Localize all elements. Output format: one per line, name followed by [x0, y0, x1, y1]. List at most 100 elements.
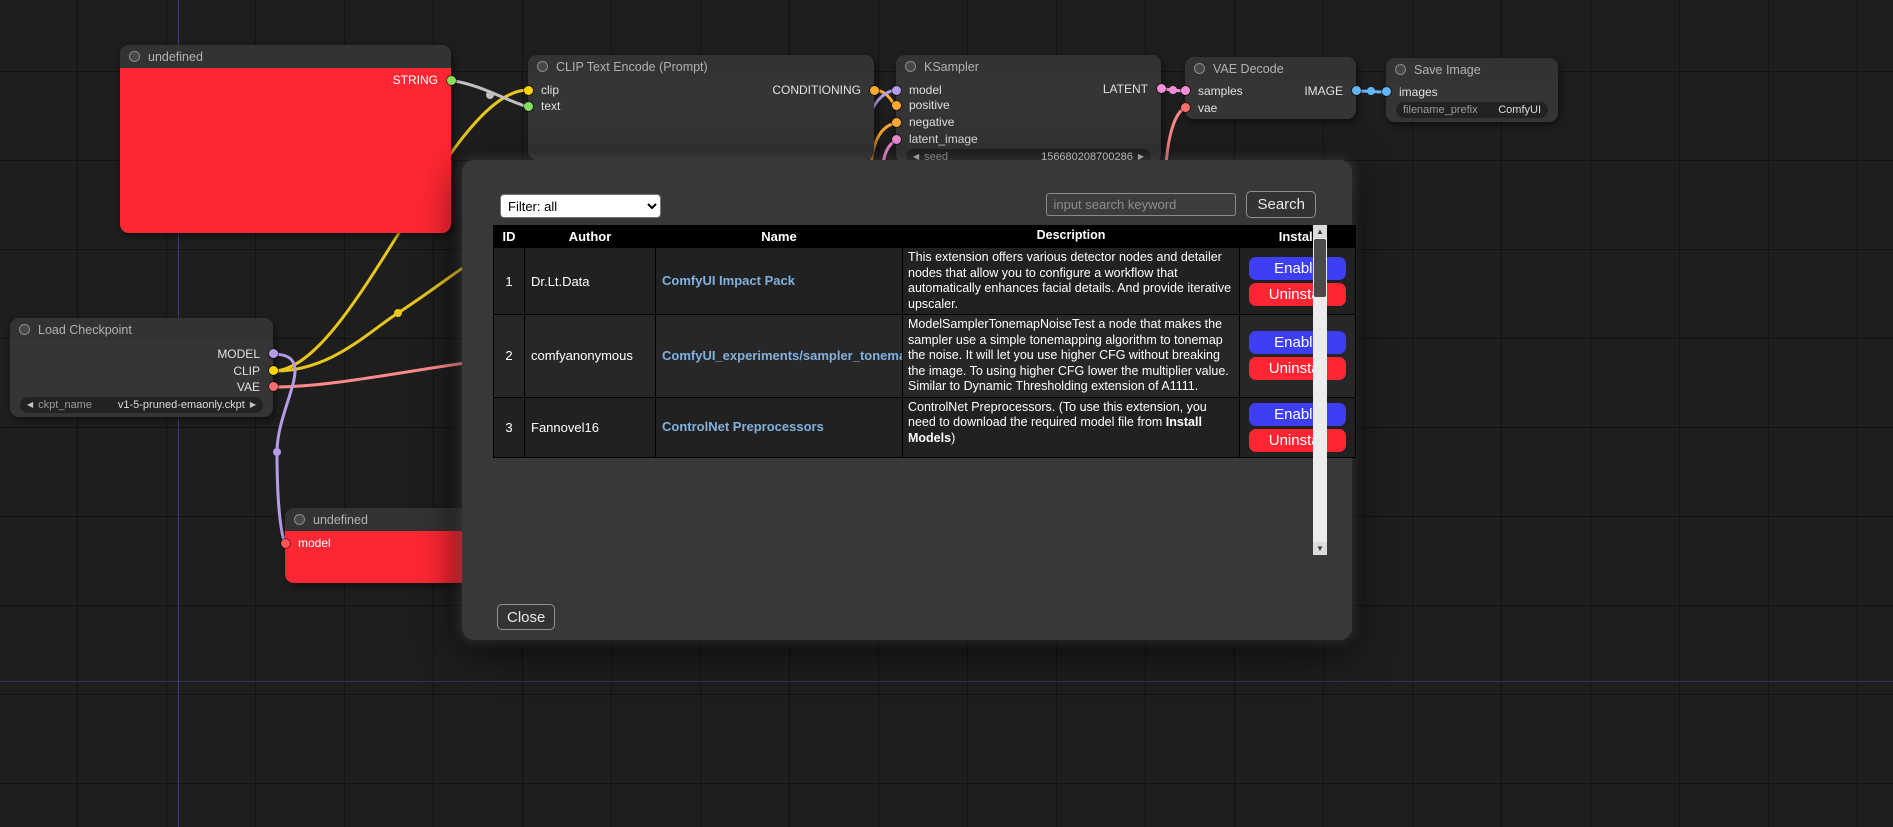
table-header-row: ID Author Name Description Install [494, 226, 1356, 248]
prev-value-icon[interactable]: ◀ [27, 401, 33, 409]
node-title: undefined [148, 50, 203, 64]
extension-table: ID Author Name Description Install 1 Dr.… [493, 225, 1356, 458]
input-label-negative: negative [909, 115, 954, 129]
input-dot-images[interactable] [1382, 87, 1391, 96]
extension-row: 3 Fannovel16 ControlNet Preprocessors Co… [494, 397, 1356, 457]
extension-table-container: ID Author Name Description Install 1 Dr.… [493, 225, 1327, 555]
node-load-checkpoint[interactable]: Load Checkpoint MODEL CLIP VAE ◀ ckpt_na… [10, 318, 273, 417]
output-label-conditioning: CONDITIONING [772, 83, 861, 97]
input-label-images: images [1399, 85, 1438, 99]
widget-value: v1-5-pruned-emaonly.ckpt [118, 399, 245, 411]
output-dot-latent[interactable] [1157, 84, 1166, 93]
ext-description: ControlNet Preprocessors. (To use this e… [903, 397, 1240, 457]
widget-label: filename_prefix [1403, 104, 1478, 116]
node-header[interactable]: undefined [120, 45, 451, 68]
input-dot-latent-image[interactable] [892, 135, 901, 144]
output-dot-string[interactable] [447, 76, 456, 85]
enable-button[interactable]: Enable [1249, 403, 1346, 426]
uninstall-button[interactable]: Uninstall [1249, 357, 1346, 380]
input-label-model: model [909, 83, 942, 97]
node-clip-text-encode[interactable]: CLIP Text Encode (Prompt) clip text COND… [528, 55, 874, 160]
scroll-down-icon[interactable]: ▼ [1313, 542, 1327, 555]
output-dot-image[interactable] [1352, 86, 1361, 95]
node-title: Load Checkpoint [38, 323, 132, 337]
ext-id: 2 [494, 315, 525, 398]
input-dot-text[interactable] [524, 102, 533, 111]
output-dot-vae[interactable] [269, 382, 278, 391]
node-header[interactable]: CLIP Text Encode (Prompt) [528, 55, 874, 78]
node-header[interactable]: Load Checkpoint [10, 318, 273, 341]
ext-name-link[interactable]: ComfyUI Impact Pack [662, 273, 795, 288]
ext-id: 1 [494, 248, 525, 315]
input-dot-model[interactable] [281, 539, 290, 548]
wire-midpoint-dot [394, 309, 402, 317]
collapse-dot-icon[interactable] [129, 51, 140, 62]
scrollbar-thumb[interactable] [1314, 239, 1326, 297]
collapse-dot-icon[interactable] [1395, 64, 1406, 75]
input-label-model: model [298, 536, 331, 550]
node-header[interactable]: Save Image [1386, 58, 1558, 81]
next-value-icon[interactable]: ▶ [250, 401, 256, 409]
extension-row: 1 Dr.Lt.Data ComfyUI Impact Pack This ex… [494, 248, 1356, 315]
input-label-samples: samples [1198, 84, 1243, 98]
search-input[interactable] [1046, 193, 1236, 216]
input-dot-samples[interactable] [1181, 86, 1190, 95]
wire-midpoint-dot [273, 448, 281, 456]
wire-midpoint-dot [1367, 87, 1375, 95]
node-header[interactable]: VAE Decode [1185, 57, 1356, 80]
input-dot-positive[interactable] [892, 101, 901, 110]
input-label-clip: clip [541, 83, 559, 97]
filter-select[interactable]: Filter: all [500, 194, 661, 218]
col-description: Description [903, 226, 1240, 248]
node-body: MODEL CLIP VAE ◀ ckpt_name v1-5-pruned-e… [10, 341, 273, 417]
collapse-dot-icon[interactable] [905, 61, 916, 72]
uninstall-button[interactable]: Uninstall [1249, 283, 1346, 306]
input-label-vae: vae [1198, 101, 1217, 115]
extension-row: 2 comfyanonymous ComfyUI_experiments/sam… [494, 315, 1356, 398]
ext-name-link[interactable]: ComfyUI_experiments/sampler_tonemap [662, 348, 903, 363]
collapse-dot-icon[interactable] [294, 514, 305, 525]
collapse-dot-icon[interactable] [537, 61, 548, 72]
input-dot-negative[interactable] [892, 118, 901, 127]
col-author: Author [525, 226, 656, 248]
filename-prefix-widget[interactable]: filename_prefix ComfyUI [1396, 102, 1548, 118]
node-body: STRING [120, 68, 451, 233]
node-header[interactable]: KSampler [896, 55, 1161, 78]
node-vae-decode[interactable]: VAE Decode samples vae IMAGE [1185, 57, 1356, 119]
node-title: KSampler [924, 60, 979, 74]
node-title: CLIP Text Encode (Prompt) [556, 60, 708, 74]
ckpt-name-widget[interactable]: ◀ ckpt_name v1-5-pruned-emaonly.ckpt ▶ [20, 397, 263, 413]
node-body: clip text CONDITIONING [528, 78, 874, 160]
scrollbar[interactable]: ▲ ▼ [1313, 225, 1327, 555]
enable-button[interactable]: Enable [1249, 257, 1346, 280]
col-install: Install [1240, 226, 1356, 248]
ext-name-link[interactable]: ControlNet Preprocessors [662, 419, 824, 434]
input-dot-clip[interactable] [524, 86, 533, 95]
output-dot-clip[interactable] [269, 366, 278, 375]
col-name: Name [656, 226, 903, 248]
output-dot-conditioning[interactable] [870, 86, 879, 95]
collapse-dot-icon[interactable] [1194, 63, 1205, 74]
node-body: images filename_prefix ComfyUI [1386, 81, 1558, 122]
node-title: undefined [313, 513, 368, 527]
input-label-positive: positive [909, 98, 950, 112]
node-title: Save Image [1414, 63, 1481, 77]
node-body: model positive negative latent_image LAT… [896, 78, 1161, 163]
close-button[interactable]: Close [497, 604, 555, 630]
collapse-dot-icon[interactable] [19, 324, 30, 335]
input-dot-vae[interactable] [1181, 103, 1190, 112]
wire-midpoint-dot [486, 91, 494, 99]
input-dot-model[interactable] [892, 86, 901, 95]
ext-author: comfyanonymous [525, 315, 656, 398]
comfyui-canvas[interactable]: undefined STRING CLIP Text Encode (Promp… [0, 0, 1893, 827]
search-button[interactable]: Search [1246, 191, 1316, 218]
enable-button[interactable]: Enable [1249, 331, 1346, 354]
scroll-up-icon[interactable]: ▲ [1313, 225, 1327, 238]
node-body: samples vae IMAGE [1185, 80, 1356, 119]
node-undefined-top[interactable]: undefined STRING [120, 45, 451, 233]
uninstall-button[interactable]: Uninstall [1249, 429, 1346, 452]
node-save-image[interactable]: Save Image images filename_prefix ComfyU… [1386, 58, 1558, 122]
output-dot-model[interactable] [269, 349, 278, 358]
node-ksampler[interactable]: KSampler model positive negative latent_… [896, 55, 1161, 163]
output-label-model: MODEL [217, 347, 260, 361]
